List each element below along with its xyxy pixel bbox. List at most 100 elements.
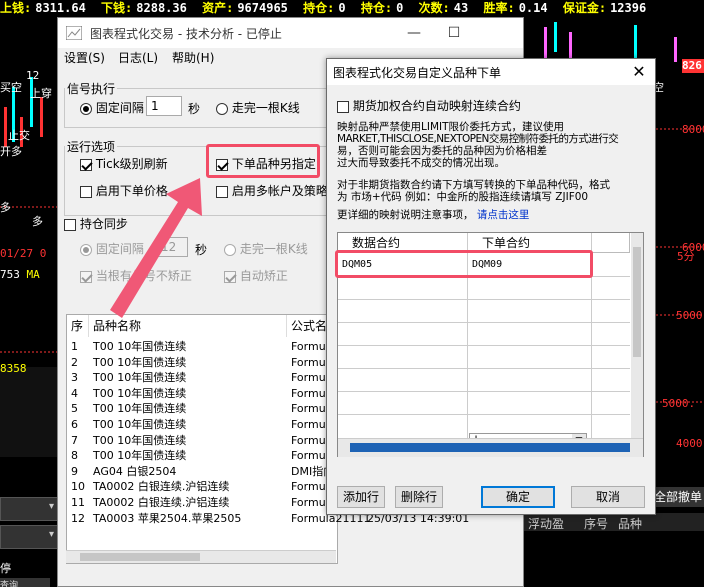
scrollbar-thumb[interactable] [80,553,200,561]
horizontal-scrollbar[interactable] [66,550,336,563]
fixed-interval-radio[interactable]: 固定间隔 [80,99,144,116]
instruction-line: 为 市场+代码 例如：中金所的股指连续请填写 ZJIF00 [337,191,589,203]
column-header: 序号 [584,517,609,531]
menu-log[interactable]: 日志(L) [118,49,158,66]
table-row[interactable]: 7 T00 10年国债连续 Formula [67,433,337,449]
row-symbol-name: T00 10年国债连续 [93,449,187,463]
add-row-button[interactable]: 添加行 [337,486,385,508]
chart-label: 止交 [8,129,30,142]
table-row[interactable]: 12 TA0003 苹果2504.苹果2505 Formula21111 25/03/… [67,511,469,527]
axis-label: 4000 [676,437,703,450]
row-index: 4 [71,386,78,400]
table-row[interactable]: 11 TA0002 白银连续.沪铝连续 Formula [67,495,337,511]
row-symbol-name: AG04 白银2504 [93,464,177,478]
row-index: 9 [71,464,78,478]
row-index: 2 [71,355,78,369]
cancel-button[interactable]: 取消 [571,486,645,508]
table-row[interactable]: 6 T00 10年国债连续 Formula [67,417,337,433]
highlight-box [206,144,320,178]
chart-label: 开多 [0,145,22,158]
ticker-item: 次数: 43 [418,1,469,15]
maximize-icon[interactable]: ☐ [444,23,464,43]
table-row[interactable]: 3 T00 10年国债连续 Formula [67,370,337,386]
axis-label: 5000. [662,397,696,410]
table-row[interactable]: 8 T00 10年国债连续 Formula [67,448,337,464]
row-index: 8 [71,449,78,463]
chart-label: 买空 [0,81,22,94]
table-row[interactable]: 4 T00 10年国债连续 Formula [67,386,337,402]
symbol-mapping-dialog: 图表程式化交易自定义品种下单 ✕ 期货加权合约自动映射连续合约 映射品种严禁使用… [326,58,656,515]
row-symbol-name: T00 10年国债连续 [93,355,187,369]
row-index: 11 [71,496,85,509]
minimize-icon[interactable]: — [404,23,424,43]
warning-line: MARKET,THISCLOSE,NEXTOPEN交易控制符委托的方式进行交 [337,133,619,145]
ticker-item: 资产: 9674965 [202,1,288,15]
vertical-scrollbar[interactable] [631,233,643,438]
group-label: 运行选项 [65,138,118,155]
table-row[interactable]: 2 T00 10年国债连续 Formula [67,355,337,371]
warning-line: 易，否则可能会因为委托的品种因为价格相差 [337,145,547,157]
row-index: 6 [71,418,78,431]
background-chart-left: 12 买空 上穿 止交 开多 多 多 01/27 0 753 MA 8358 [0,17,57,457]
row-symbol-name: TA0002 白银连续.沪铝连续 [93,480,230,494]
chevron-down-icon: ▾ [48,529,54,540]
status-ticker: 上钱: 8311.64 下钱: 8288.36 资产: 9674965 持仓: 0 持仓… [0,0,704,17]
ticker-item: 上钱: 8311.64 [0,1,86,15]
table-row[interactable]: 1 T00 10年国债连续 Formula [67,339,337,355]
scrollbar-thumb[interactable] [350,443,630,452]
row-symbol-name: T00 10年国债连续 [93,418,187,431]
help-link[interactable]: 请点击这里 [477,209,530,221]
interval-input[interactable]: 1 [146,96,182,116]
arrow-icon [110,178,202,318]
table-row[interactable]: 5 T00 10年国债连续 Formula [67,401,337,417]
query-button[interactable]: 查询 [0,578,50,587]
after-bar-radio[interactable]: 走完一根K线 [216,99,300,116]
cancel-all-button[interactable]: 全部撤单 [654,487,704,507]
row-symbol-name: T00 10年国债连续 [93,402,187,416]
multi-account-checkbox[interactable]: 启用多帐户及策略 [216,182,328,199]
ticker-item: 持仓: 0 [303,1,346,15]
bottom-value: 8358 [0,362,27,375]
close-icon[interactable]: ✕ [629,62,649,82]
chart-label: 12 [26,69,40,82]
highlight-box [335,250,593,278]
auto-map-checkbox[interactable]: 期货加权合约自动映射连续合约 [337,97,521,114]
row-index: 7 [71,433,78,447]
menu-help[interactable]: 帮助(H) [172,49,214,66]
sync-after-bar-radio[interactable]: 走完一根K线 [224,240,308,257]
row-index: 10 [71,480,85,494]
ok-button[interactable]: 确定 [481,486,555,508]
group-label: 信号执行 [65,80,118,97]
instruction-line: 对于非期货指数合约请下方填写转换的下单品种代码，格式 [337,179,610,191]
left-dropdown[interactable]: ▾ [0,497,59,521]
table-row[interactable]: 10 TA0002 白银连续.沪铝连续 Formula [67,479,337,495]
warning-line: 映射品种严禁使用LIMIT限价委托方式，建议使用 [337,121,565,133]
table-row[interactable]: 9 AG04 白银2504 DMI指向 [67,464,337,480]
more-info-line: 更详细的映射说明注意事项， 请点击这里 [337,209,530,221]
scrollbar-thumb[interactable] [633,247,641,357]
column-header: 序 [67,315,89,337]
row-index: 3 [71,371,78,385]
row-symbol-name: T00 10年国债连续 [93,386,187,400]
column-header: 浮动盈 [528,517,565,531]
ticker-item: 保证金: 12396 [562,1,647,15]
dialog-title: 图表程式化交易自定义品种下单 [333,66,502,80]
auto-correct-checkbox[interactable]: 自动矫正 [224,267,288,284]
column-header: 品种 [618,517,643,531]
strategy-table[interactable]: 序 品种名称 公式名称 1 T00 10年国债连续 Formula 2 T00 10年国… [66,314,469,564]
row-symbol-name: TA0003 苹果2504.苹果2505 [93,511,242,525]
current-price-tag: 826 [682,59,704,73]
axis-label: 8000 [682,123,704,136]
chart-label: 多 [32,215,43,228]
chevron-down-icon: ▾ [48,501,54,512]
chart-label: 多 [0,201,11,214]
left-dropdown[interactable]: ▾ [0,525,59,549]
row-index: 5 [71,402,78,416]
horizontal-scrollbar[interactable] [338,438,643,457]
row-symbol-name: T00 10年国债连续 [93,371,187,385]
row-symbol-name: TA0002 白银连续.沪铝连续 [93,496,230,509]
chart-date: 01/27 0 [0,247,47,260]
menu-settings[interactable]: 设置(S) [64,49,105,66]
ticker-item: 持仓: 0 [360,1,404,15]
delete-row-button[interactable]: 删除行 [395,486,443,508]
